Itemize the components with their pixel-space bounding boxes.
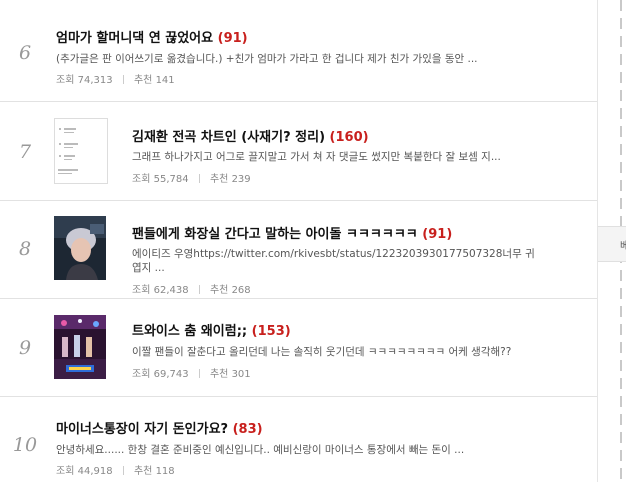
chart-screenshot-image: [55, 119, 107, 183]
recommend-label: 추천: [133, 75, 153, 86]
list-item[interactable]: 8 팬들에게 화장실 간다고 말하는 아이돌 ㅋㅋㅋㅋㅋㅋ (91) 에이티즈 …: [0, 200, 597, 299]
meta-divider: [198, 174, 200, 183]
post-summary[interactable]: 에이티즈 우영https://twitter.com/rkivesbt/stat…: [132, 247, 535, 275]
list-item[interactable]: 7 김재환 전곡 차트인 (사재기? 정리) (160) 그래프 하나가지고 어…: [0, 101, 597, 201]
recommend-count: 141: [155, 75, 175, 86]
views-label: 조회: [132, 285, 151, 296]
recommend-label: 추천: [209, 369, 229, 380]
post-meta: 조회 62,438 추천 268: [132, 281, 251, 296]
post-title-text[interactable]: 트와이스 춤 왜이럼;;: [132, 324, 247, 339]
recommend-count: 118: [155, 466, 175, 477]
list-item[interactable]: 9 트와이스 춤 왜이럼;; (153) 이짤 팬들이 잘춘다고 올리던데 나는…: [0, 298, 597, 397]
post-thumbnail[interactable]: [54, 118, 108, 184]
post-title-text[interactable]: 엄마가 할머니댁 연 끊었어요: [56, 31, 213, 46]
post-title[interactable]: 마이너스통장이 자기 돈인가요? (83): [56, 418, 263, 437]
views-count: 69,743: [153, 369, 189, 380]
post-summary[interactable]: 안녕하세요...... 한창 결혼 준비중인 예신입니다.. 예비신랑이 마이너…: [56, 443, 464, 457]
recommend-label: 추천: [209, 285, 229, 296]
post-summary[interactable]: 그래프 하나가지고 어그로 끌지말고 가서 쳐 자 댓글도 썼지만 복붙한다 잘…: [132, 150, 501, 164]
rank-number: 6: [18, 42, 32, 64]
sidebar-panel-label: 베: [620, 241, 626, 252]
post-summary[interactable]: (추가글은 판 이어쓰기로 옮겼습니다.) +친가 엄마가 가라고 한 겁니다 …: [56, 52, 478, 66]
post-title-text[interactable]: 마이너스통장이 자기 돈인가요?: [56, 422, 228, 437]
recommend-label: 추천: [209, 174, 229, 185]
rank-number: 7: [18, 141, 32, 163]
post-meta: 조회 69,743 추천 301: [132, 365, 251, 380]
comment-count: (91): [217, 31, 248, 46]
rank-number: 9: [18, 337, 32, 359]
post-thumbnail[interactable]: [54, 216, 106, 280]
meta-divider: [122, 75, 124, 84]
post-title[interactable]: 김재환 전곡 차트인 (사재기? 정리) (160): [132, 126, 369, 145]
post-summary-line-2[interactable]: 엽지 ...: [132, 261, 535, 275]
recommend-count: 239: [231, 174, 251, 185]
post-title[interactable]: 팬들에게 화장실 간다고 말하는 아이돌 ㅋㅋㅋㅋㅋㅋ (91): [132, 223, 452, 242]
right-sidebar: 베: [597, 0, 626, 482]
post-meta: 조회 55,784 추천 239: [132, 170, 251, 185]
comment-count: (83): [232, 422, 263, 437]
meta-divider: [122, 466, 124, 475]
views-count: 62,438: [153, 285, 189, 296]
views-label: 조회: [56, 466, 75, 477]
comment-count: (91): [422, 227, 453, 242]
post-title[interactable]: 트와이스 춤 왜이럼;; (153): [132, 320, 291, 339]
views-count: 55,784: [153, 174, 189, 185]
post-summary-line-1[interactable]: 에이티즈 우영https://twitter.com/rkivesbt/stat…: [132, 247, 535, 261]
post-summary[interactable]: 이짤 팬들이 잘춘다고 올리던데 나는 솔직히 웃기던데 ㅋㅋㅋㅋㅋㅋㅋㅋ 어케…: [132, 345, 511, 359]
recommend-count: 268: [231, 285, 251, 296]
post-title[interactable]: 엄마가 할머니댁 연 끊었어요 (91): [56, 27, 248, 46]
recommend-count: 301: [231, 369, 251, 380]
idol-photo-image: [54, 216, 106, 280]
rank-number: 10: [12, 434, 38, 456]
views-count: 44,918: [77, 466, 113, 477]
list-item[interactable]: 10 마이너스통장이 자기 돈인가요? (83) 안녕하세요...... 한창 …: [0, 396, 597, 482]
comment-count: (160): [329, 130, 369, 145]
post-title-text[interactable]: 팬들에게 화장실 간다고 말하는 아이돌 ㅋㅋㅋㅋㅋㅋ: [132, 227, 418, 242]
meta-divider: [198, 285, 200, 294]
rank-number: 8: [18, 238, 32, 260]
post-meta: 조회 44,918 추천 118: [56, 462, 175, 477]
views-label: 조회: [132, 174, 151, 185]
views-count: 74,313: [77, 75, 113, 86]
views-label: 조회: [56, 75, 75, 86]
post-thumbnail[interactable]: [54, 315, 106, 379]
post-meta: 조회 74,313 추천 141: [56, 71, 175, 86]
dance-stage-image: [54, 315, 106, 379]
post-title-text[interactable]: 김재환 전곡 차트인 (사재기? 정리): [132, 130, 325, 145]
views-label: 조회: [132, 369, 151, 380]
meta-divider: [198, 369, 200, 378]
list-item[interactable]: 6 엄마가 할머니댁 연 끊었어요 (91) (추가글은 판 이어쓰기로 옮겼습…: [0, 0, 597, 102]
recommend-label: 추천: [133, 466, 153, 477]
sidebar-panel[interactable]: 베: [598, 226, 626, 262]
comment-count: (153): [251, 324, 291, 339]
